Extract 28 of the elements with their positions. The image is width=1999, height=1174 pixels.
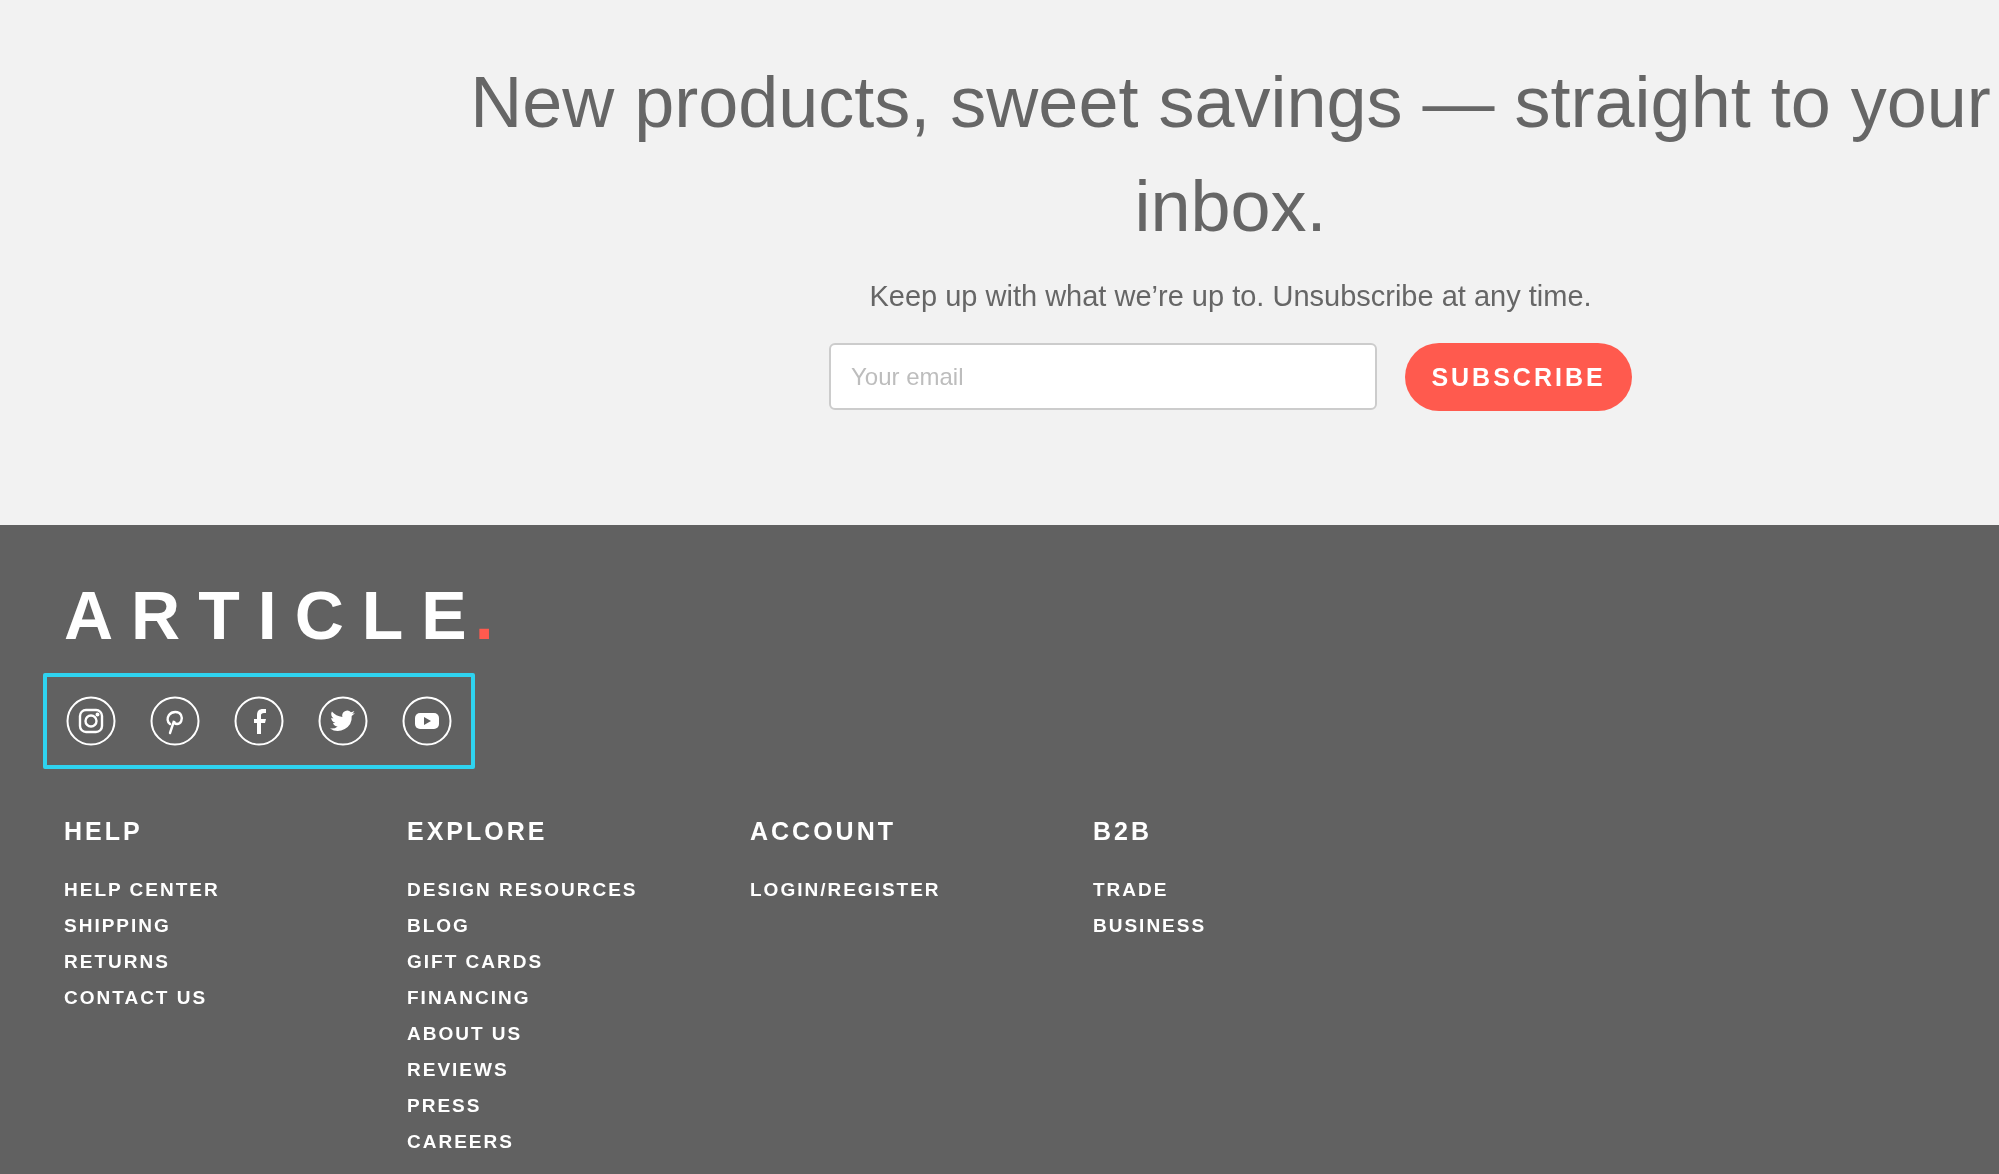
email-field[interactable]: Your email bbox=[829, 343, 1377, 410]
footer-link[interactable]: REVIEWS bbox=[407, 1052, 509, 1088]
play-icon[interactable] bbox=[402, 696, 452, 746]
footer-link[interactable]: RETURNS bbox=[64, 944, 170, 980]
pin-letter-icon[interactable] bbox=[150, 696, 200, 746]
footer-link[interactable]: PRESS bbox=[407, 1088, 482, 1124]
newsletter-heading: New products, sweet savings — straight to your inbox. bbox=[469, 61, 1992, 248]
footer-link[interactable]: BLOG bbox=[407, 908, 470, 944]
column-heading: ACCOUNT bbox=[750, 817, 896, 846]
bird-icon[interactable] bbox=[318, 696, 368, 746]
footer-link[interactable]: TRADE bbox=[1093, 872, 1169, 908]
footer-link[interactable]: SHIPPING bbox=[64, 908, 171, 944]
column-heading: HELP bbox=[64, 817, 143, 846]
footer-link[interactable]: HELP CENTER bbox=[64, 872, 220, 908]
column-heading: EXPLORE bbox=[407, 817, 548, 846]
footer-link[interactable]: CONTACT US bbox=[64, 980, 208, 1016]
column-heading: B2B bbox=[1093, 817, 1152, 846]
f-letter-icon[interactable] bbox=[234, 696, 284, 746]
footer-link[interactable]: CAREERS bbox=[407, 1124, 514, 1160]
footer-link[interactable]: BUSINESS bbox=[1093, 908, 1207, 944]
footer-link[interactable]: LOGIN/REGISTER bbox=[750, 872, 941, 908]
footer-link[interactable]: GIFT CARDS bbox=[407, 944, 544, 980]
footer-link[interactable]: FINANCING bbox=[407, 980, 531, 1016]
footer-link[interactable]: ABOUT US bbox=[407, 1016, 523, 1052]
logo[interactable]: ARTICLE. bbox=[64, 581, 494, 649]
newsletter-subtext: Keep up with what we’re up to. Unsubscribe at any time. bbox=[869, 280, 1592, 313]
footer-link[interactable]: DESIGN RESOURCES bbox=[407, 872, 638, 908]
camera-icon[interactable] bbox=[66, 696, 116, 746]
